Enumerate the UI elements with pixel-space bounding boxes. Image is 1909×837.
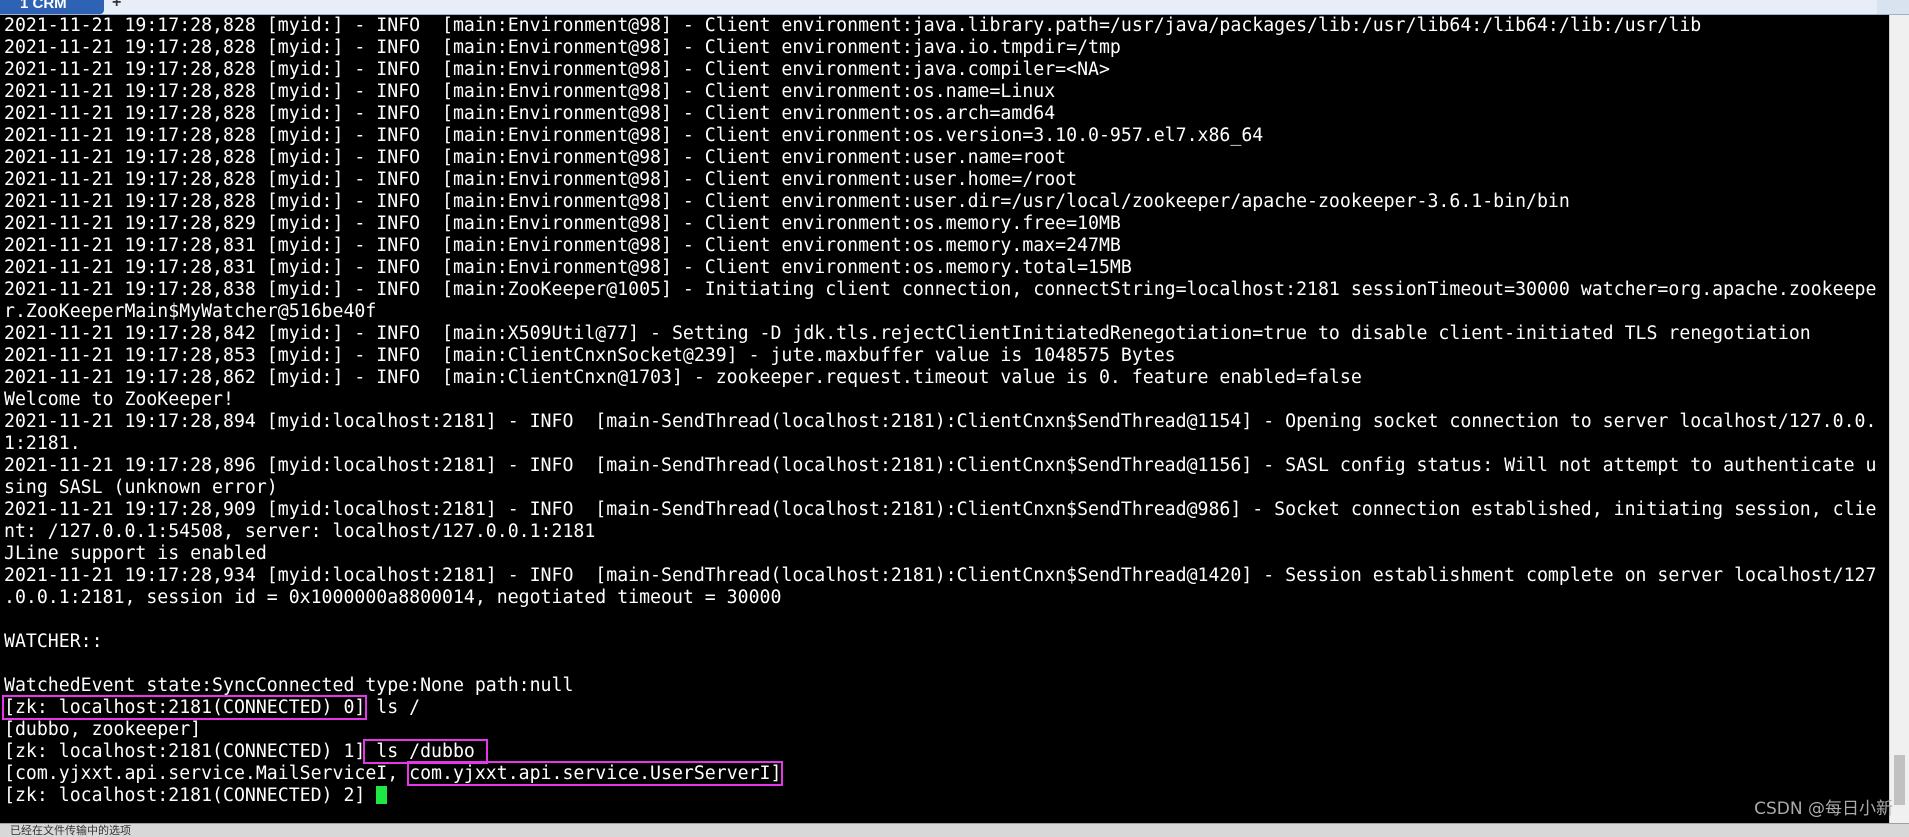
terminal-line: [zk: localhost:2181(CONNECTED) 1] ls /du… (0, 739, 1890, 764)
terminal-line: .0.0.1:2181, session id = 0x1000000a8800… (4, 587, 782, 608)
terminal-line: [com.yjxxt.api.service.MailServiceI, com… (0, 761, 1890, 786)
watermark: CSDN @每日小新 (1754, 799, 1893, 819)
terminal-line: 2021-11-21 19:17:28,828 [myid:] - INFO [… (4, 37, 1121, 58)
terminal-line: 2021-11-21 19:17:28,831 [myid:] - INFO [… (4, 257, 1132, 278)
terminal-line: 2021-11-21 19:17:28,909 [myid:localhost:… (4, 499, 1877, 520)
terminal-line: WatchedEvent state:SyncConnected type:No… (4, 675, 574, 696)
terminal-line: [dubbo, zookeeper] (4, 719, 202, 740)
prompt-text: [zk: localhost:2181(CONNECTED) 1] (4, 741, 366, 762)
terminal-line: 2021-11-21 19:17:28,828 [myid:] - INFO [… (4, 81, 1056, 102)
terminal-line: 2021-11-21 19:17:28,828 [myid:] - INFO [… (4, 191, 1570, 212)
session-tab[interactable]: 1 CRM (0, 0, 104, 14)
session-tab-label: 1 CRM (20, 0, 67, 12)
terminal-line: 2021-11-21 19:17:28,828 [myid:] - INFO [… (4, 147, 1067, 168)
terminal-line: [zk: localhost:2181(CONNECTED) 2] (0, 785, 1890, 807)
output-text: [com.yjxxt.api.service.MailServiceI, (4, 763, 410, 784)
log-lines: 2021-11-21 19:17:28,828 [myid:] - INFO [… (0, 15, 1890, 697)
command-text: ls / (365, 697, 421, 718)
status-bar: 已经在文件传输中的选项 (0, 823, 1909, 837)
prompt-highlight: [zk: localhost:2181(CONNECTED) 0] (1, 695, 368, 720)
terminal-line: 2021-11-21 19:17:28,838 [myid:] - INFO [… (4, 279, 1877, 300)
terminal-line: 2021-11-21 19:17:28,829 [myid:] - INFO [… (4, 213, 1121, 234)
terminal-line: 2021-11-21 19:17:28,828 [myid:] - INFO [… (4, 15, 1702, 36)
terminal-line: 1:2181. (4, 433, 81, 454)
terminal-line: 2021-11-21 19:17:28,828 [myid:] - INFO [… (4, 59, 1110, 80)
terminal-line: 2021-11-21 19:17:28,828 [myid:] - INFO [… (4, 125, 1264, 146)
text-cursor (376, 786, 388, 804)
terminal-line: 2021-11-21 19:17:28,894 [myid:localhost:… (4, 411, 1877, 432)
terminal-line: WATCHER:: (4, 631, 103, 652)
terminal-line: sing SASL (unknown error) (4, 477, 278, 498)
command-highlight: ls /dubbo (363, 739, 488, 764)
terminal-line: Welcome to ZooKeeper! (4, 389, 234, 410)
terminal-line: 2021-11-21 19:17:28,853 [myid:] - INFO [… (4, 345, 1176, 366)
terminal-line: [zk: localhost:2181(CONNECTED) 0] ls / (0, 695, 1890, 720)
terminal-line: r.ZooKeeperMain$MyWatcher@516be40f (4, 301, 377, 322)
add-tab-button[interactable]: + (112, 0, 121, 12)
prompt-text: [zk: localhost:2181(CONNECTED) 2] (4, 785, 366, 806)
terminal-line: JLine support is enabled (4, 543, 267, 564)
window-control[interactable] (1877, 0, 1909, 14)
terminal-line: nt: /127.0.0.1:54508, server: localhost/… (4, 521, 596, 542)
terminal-line: 2021-11-21 19:17:28,828 [myid:] - INFO [… (4, 169, 1078, 190)
terminal-line: 2021-11-21 19:17:28,896 [myid:localhost:… (4, 455, 1877, 476)
vertical-scrollbar[interactable] (1889, 15, 1909, 823)
terminal-line: 2021-11-21 19:17:28,934 [myid:localhost:… (4, 565, 1877, 586)
terminal-line: 2021-11-21 19:17:28,831 [myid:] - INFO [… (4, 235, 1121, 256)
scrollbar-thumb[interactable] (1894, 755, 1905, 805)
service-highlight: com.yjxxt.api.service.UserServerI] (407, 761, 784, 786)
tab-bar: 1 CRM + (0, 0, 1909, 15)
terminal-line: 2021-11-21 19:17:28,842 [myid:] - INFO [… (4, 323, 1811, 344)
terminal-output[interactable]: 2021-11-21 19:17:28,828 [myid:] - INFO [… (0, 15, 1890, 823)
terminal-line: 2021-11-21 19:17:28,828 [myid:] - INFO [… (4, 103, 1056, 124)
terminal-line: 2021-11-21 19:17:28,862 [myid:] - INFO [… (4, 367, 1362, 388)
